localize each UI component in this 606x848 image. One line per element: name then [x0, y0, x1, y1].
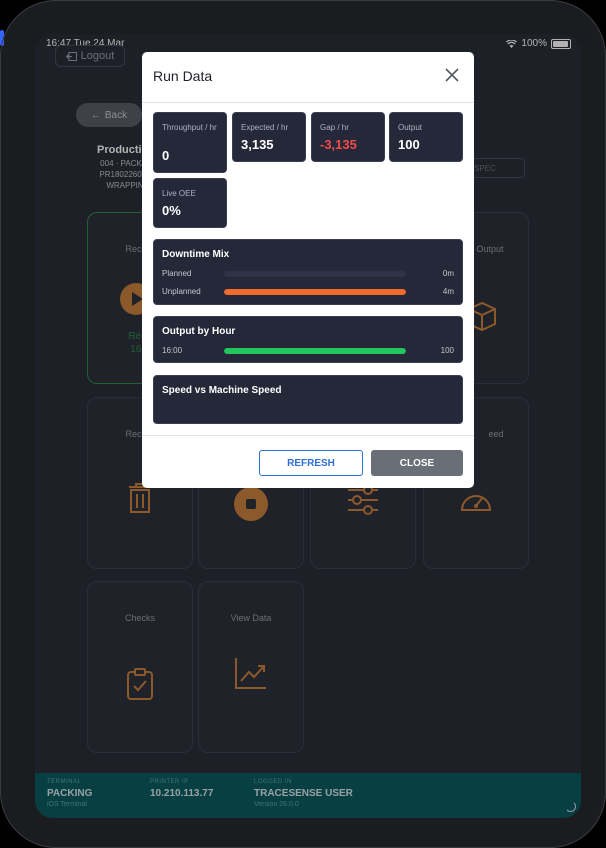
- bar-fill: [224, 348, 406, 354]
- bar-label: 16:00: [162, 346, 183, 355]
- bar-value: 0m: [442, 269, 454, 278]
- stat-caption: Expected / hr: [241, 123, 289, 132]
- run-data-modal: Run Data Throughput / hr 0 Expected / hr…: [142, 52, 474, 488]
- modal-footer: REFRESH CLOSE: [142, 435, 474, 488]
- bar-track: [224, 271, 406, 277]
- bar-label: Planned: [162, 269, 192, 278]
- background-accent: [0, 30, 4, 46]
- downtime-mix-panel: Downtime Mix Planned 0m Unplanned 4m: [153, 239, 463, 305]
- bar-value: 4m: [442, 287, 454, 296]
- stat-gap: Gap / hr -3,135: [311, 112, 385, 162]
- speed-vs-machine-panel: Speed vs Machine Speed: [153, 375, 463, 424]
- panel-title: Speed vs Machine Speed: [162, 385, 282, 396]
- stat-value: 0: [162, 148, 170, 163]
- stat-caption: Throughput / hr: [162, 123, 217, 132]
- stat-value: 100: [398, 137, 420, 152]
- stat-caption: Live OEE: [162, 189, 196, 198]
- bar-label: Unplanned: [162, 287, 201, 296]
- panel-title: Downtime Mix: [162, 249, 230, 260]
- stat-caption: Output: [398, 123, 423, 132]
- close-icon[interactable]: [444, 67, 460, 83]
- stat-value: -3,135: [320, 137, 357, 152]
- stat-value: 3,135: [241, 137, 274, 152]
- stat-caption: Gap / hr: [320, 123, 349, 132]
- stat-expected: Expected / hr 3,135: [232, 112, 306, 162]
- output-by-hour-panel: Output by Hour 16:00 100: [153, 316, 463, 363]
- stat-value: 0%: [162, 203, 181, 218]
- output-hour-row: 16:00 100: [162, 346, 454, 356]
- stat-throughput: Throughput / hr 0: [153, 112, 227, 173]
- bar-track: [224, 348, 406, 354]
- refresh-button[interactable]: REFRESH: [259, 450, 363, 476]
- stat-output: Output 100: [389, 112, 463, 162]
- stat-live-oee: Live OEE 0%: [153, 178, 227, 228]
- downtime-row-unplanned: Unplanned 4m: [162, 287, 454, 297]
- downtime-row-planned: Planned 0m: [162, 269, 454, 279]
- panel-title: Output by Hour: [162, 326, 236, 337]
- modal-header: Run Data: [142, 52, 474, 103]
- bar-fill: [224, 289, 406, 295]
- modal-title: Run Data: [153, 68, 213, 84]
- bar-track: [224, 289, 406, 295]
- bar-value: 100: [440, 346, 454, 355]
- close-button[interactable]: CLOSE: [371, 450, 463, 476]
